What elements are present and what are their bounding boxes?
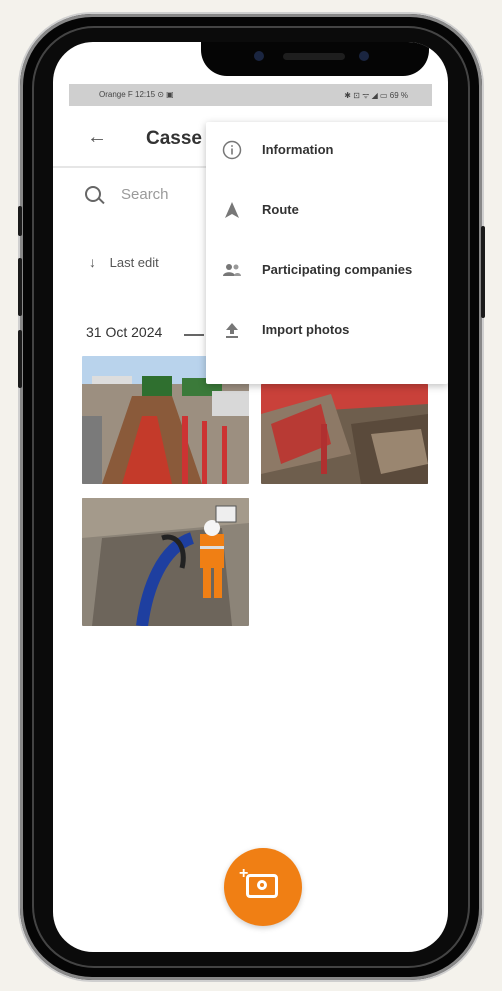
date-group-header: 31 Oct 2024 [86, 324, 163, 340]
add-photo-button[interactable]: + [224, 848, 302, 926]
side-button-left-top [18, 206, 22, 236]
worker-pipe-photo[interactable] [82, 498, 249, 626]
people-icon [223, 264, 241, 276]
overflow-menu: Information Route Participating companie… [206, 122, 448, 384]
excavation-image [261, 384, 428, 484]
front-camera [254, 51, 264, 61]
menu-item-route[interactable]: Route [206, 182, 448, 240]
sort-button[interactable]: ↓ Last edit [89, 254, 159, 270]
search-input[interactable]: Search [69, 178, 209, 214]
side-button-left-mid [18, 258, 22, 316]
app-screen: Orange F 12:15 ⊙ ▣ ✱ ⊡ ᯤ ◢ ▭ 69 % ← Cass… [53, 42, 448, 952]
camera-lens-icon [257, 880, 267, 890]
date-divider [184, 334, 204, 336]
back-arrow-icon[interactable]: ← [87, 126, 107, 149]
arrow-down-icon: ↓ [89, 254, 96, 270]
speaker [283, 53, 345, 60]
side-button-right [481, 226, 485, 318]
menu-item-participating-companies[interactable]: Participating companies [206, 242, 448, 300]
status-indicators: ✱ ⊡ ᯤ ◢ ▭ 69 % [344, 91, 408, 100]
search-icon [85, 186, 101, 202]
sort-label: Last edit [109, 255, 159, 270]
menu-item-import-photos[interactable]: Import photos [206, 302, 448, 360]
worker-pipe-image [82, 498, 249, 626]
status-bar: Orange F 12:15 ⊙ ▣ ✱ ⊡ ᯤ ◢ ▭ 69 % [69, 84, 432, 106]
page-title: Casse [146, 128, 202, 149]
menu-label-import-photos: Import photos [262, 322, 350, 337]
menu-item-information[interactable]: Information [206, 122, 448, 180]
menu-label-participating-companies: Participating companies [262, 262, 413, 277]
menu-label-route: Route [262, 202, 299, 217]
navigation-arrow-icon [225, 202, 239, 218]
notch [201, 42, 429, 76]
side-button-left-bottom [18, 330, 22, 388]
status-carrier-time: Orange F 12:15 ⊙ ▣ [99, 90, 174, 99]
menu-label-information: Information [262, 142, 334, 157]
upload-icon [226, 323, 238, 338]
info-icon [222, 140, 242, 160]
excavation-photo[interactable] [261, 384, 428, 484]
search-placeholder: Search [121, 186, 169, 203]
sensor [359, 51, 369, 61]
